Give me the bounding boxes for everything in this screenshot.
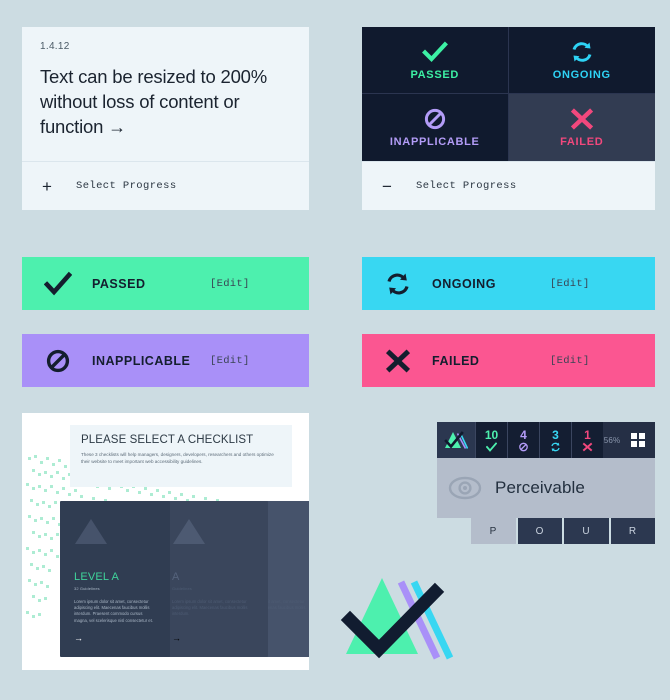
triangle-icon (75, 519, 107, 544)
quadrant-inapplicable[interactable]: INAPPLICABLE (362, 94, 509, 161)
quadrant-label: PASSED (410, 68, 460, 81)
select-progress-label: Select Progress (416, 180, 517, 192)
checklist-card-level-a[interactable]: LEVEL A 32 Guidelines Lorem ipsum dolor … (60, 501, 170, 657)
select-progress-label: Select Progress (76, 180, 177, 192)
select-progress-toggle-expanded[interactable]: − Select Progress (362, 161, 655, 210)
status-bar-label: ONGOING (432, 276, 496, 291)
checklist-description: These 3 checklists will help managers, d… (81, 452, 274, 464)
edit-link[interactable]: [Edit] (550, 355, 590, 367)
arrow-right-icon[interactable]: → (172, 633, 181, 643)
quadrant-ongoing[interactable]: ONGOING (508, 27, 655, 94)
criterion-title-text: Text can be resized to 200% without loss… (40, 66, 268, 137)
cross-icon (570, 108, 593, 130)
plus-icon: + (42, 176, 52, 196)
check-icon (44, 271, 72, 295)
minus-icon: − (382, 176, 392, 196)
status-selector-card: PASSED ONGOING INAPPLICABLE FAILED − Sel… (362, 27, 655, 210)
criterion-card[interactable]: 1.4.12 Text can be resized to 200% witho… (22, 27, 309, 210)
refresh-icon (572, 41, 592, 62)
eye-icon (448, 476, 482, 500)
grid-view-button[interactable] (621, 422, 655, 458)
checklist-guidelines-count: 32 Guidelines (74, 586, 100, 591)
pour-tab-bar: P O U R (437, 518, 655, 544)
checklist-selection-panel: PLEASE SELECT A CHECKLIST These 3 checkl… (22, 413, 309, 670)
checklist-header: PLEASE SELECT A CHECKLIST These 3 checkl… (70, 425, 292, 487)
page-root: 1.4.12 Text can be resized to 200% witho… (0, 0, 670, 700)
no-entry-icon (519, 442, 528, 451)
check-icon (486, 441, 497, 452)
brand-logo (340, 578, 454, 660)
status-bar-passed[interactable]: PASSED [Edit] (22, 257, 309, 310)
arrow-right-icon[interactable]: → (74, 633, 83, 643)
criterion-title: Text can be resized to 200% without loss… (40, 64, 291, 140)
criterion-number: 1.4.12 (40, 41, 70, 52)
checklist-level: LEVEL A (74, 571, 120, 583)
status-bar-label: INAPPLICABLE (92, 353, 191, 368)
quadrant-failed[interactable]: FAILED (508, 94, 655, 161)
checklist-body-text: Lorem ipsum dolor sit amet, consectetur … (74, 599, 153, 623)
quadrant-label: ONGOING (552, 68, 611, 81)
stat-failed[interactable]: 1 (571, 422, 603, 458)
completion-percentage: 56% (603, 435, 621, 445)
no-entry-icon (46, 349, 70, 372)
arrow-right-icon: → (108, 117, 126, 137)
stat-value: 3 (552, 427, 559, 442)
no-entry-icon (424, 108, 445, 130)
principle-header: Perceivable (437, 458, 655, 518)
edit-link[interactable]: [Edit] (550, 278, 590, 290)
principle-name: Perceivable (495, 478, 585, 497)
stats-toolbar: 10 4 3 1 56% (437, 422, 655, 458)
refresh-icon (387, 273, 409, 294)
tab-operable[interactable]: O (517, 518, 562, 544)
triangle-icon (173, 519, 205, 544)
cross-icon (385, 348, 411, 373)
quadrant-passed[interactable]: PASSED (362, 27, 509, 94)
status-bar-inapplicable[interactable]: INAPPLICABLE [Edit] (22, 334, 309, 387)
status-bar-label: PASSED (92, 276, 146, 291)
edit-link[interactable]: [Edit] (210, 355, 250, 367)
progress-summary-panel: 10 4 3 1 56% Perceivable P O U R (437, 422, 655, 562)
checklist-heading: PLEASE SELECT A CHECKLIST (81, 434, 254, 446)
criterion-body: 1.4.12 Text can be resized to 200% witho… (22, 27, 309, 160)
stat-value: 10 (484, 427, 499, 442)
status-bar-failed[interactable]: FAILED [Edit] (362, 334, 655, 387)
tab-understandable[interactable]: U (564, 518, 609, 544)
quadrant-label: FAILED (560, 136, 604, 148)
edit-link[interactable]: [Edit] (210, 278, 250, 290)
stat-ongoing[interactable]: 3 (539, 422, 571, 458)
cross-icon (582, 442, 593, 451)
stat-value: 4 (520, 427, 527, 442)
tab-perceivable[interactable]: P (471, 518, 516, 544)
checklist-guidelines-count: Guidelines (172, 586, 192, 591)
stat-passed[interactable]: 10 (475, 422, 507, 458)
status-bar-ongoing[interactable]: ONGOING [Edit] (362, 257, 655, 310)
select-progress-toggle-collapsed[interactable]: + Select Progress (22, 161, 309, 210)
stat-value: 1 (584, 427, 591, 442)
grid-view-icon (631, 433, 645, 447)
checklist-level: A (172, 571, 180, 583)
quadrant-label: INAPPLICABLE (389, 136, 480, 148)
checkmark-triangle-logo-icon (444, 431, 468, 449)
checklist-card-level-aa[interactable]: A Guidelines Lorem ipsum dolor sit amet,… (158, 501, 268, 657)
tab-robust[interactable]: R (610, 518, 655, 544)
refresh-icon (551, 442, 560, 451)
status-bar-label: FAILED (432, 353, 480, 368)
app-logo-small[interactable] (437, 422, 475, 458)
status-quadrant-grid: PASSED ONGOING INAPPLICABLE FAILED (362, 27, 655, 161)
checklist-body-text: Lorem ipsum dolor sit amet, consectetur … (172, 599, 248, 617)
stat-inapplicable[interactable]: 4 (507, 422, 539, 458)
check-icon (421, 41, 448, 62)
